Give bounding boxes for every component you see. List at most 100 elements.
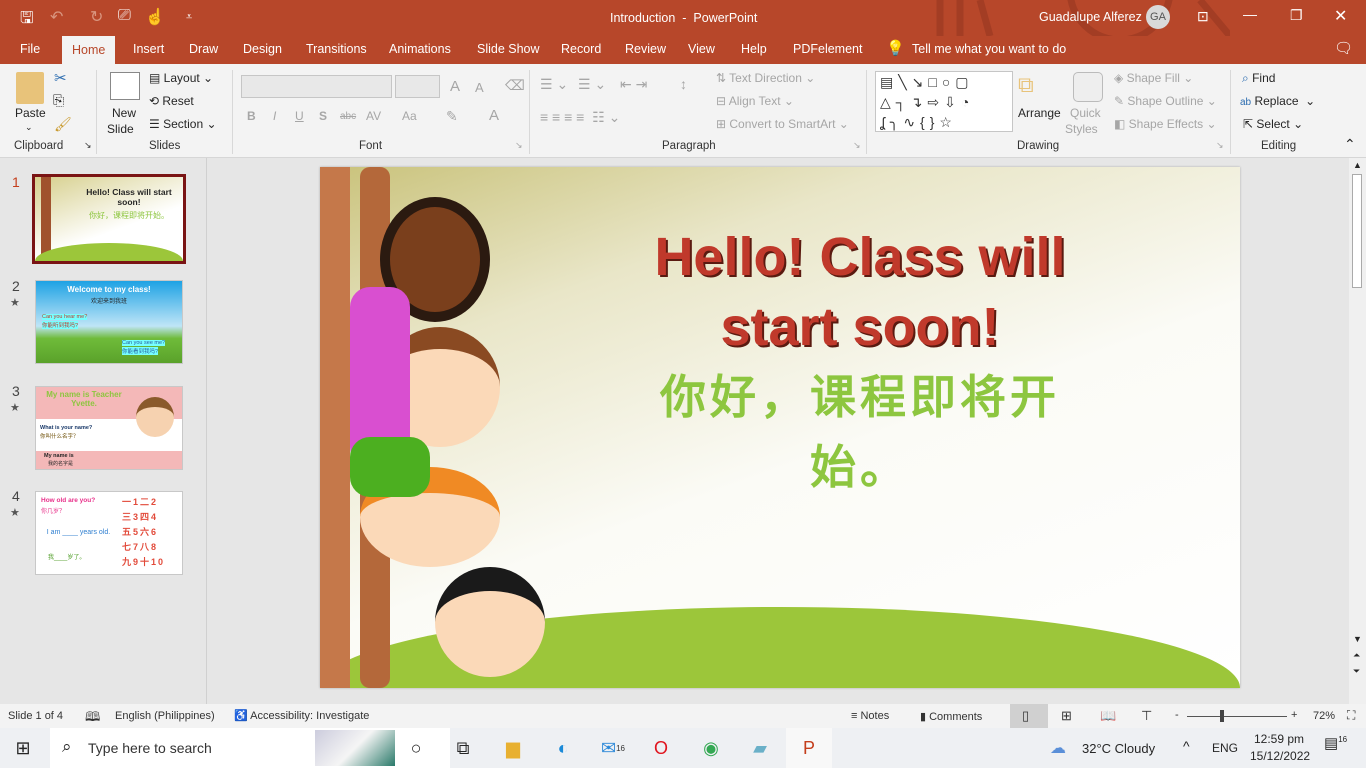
clear-formatting-icon[interactable]: ⌫ xyxy=(505,77,525,94)
slide-thumbnail-1[interactable]: Hello! Class will start soon! 你好，课程即将开始。 xyxy=(32,174,186,264)
font-name-combobox[interactable] xyxy=(241,75,392,98)
paragraph-launcher-icon[interactable]: ↘ xyxy=(853,140,861,151)
previous-slide-icon[interactable]: ⏶ xyxy=(1353,650,1360,661)
powerpoint-icon[interactable]: P xyxy=(786,728,832,768)
quick-styles-button[interactable]: Quick xyxy=(1070,106,1101,120)
slideshow-icon[interactable]: ⊤ xyxy=(1141,708,1152,724)
clock-date[interactable]: 15/12/2022 xyxy=(1250,749,1310,763)
clipboard-launcher-icon[interactable]: ↘ xyxy=(84,140,92,151)
change-case-button[interactable]: Aa xyxy=(402,109,417,123)
paste-button[interactable]: Paste xyxy=(15,106,46,120)
fit-to-window-icon[interactable]: ⛶ xyxy=(1347,708,1355,723)
copy-icon[interactable]: ⎘ xyxy=(53,92,64,109)
indent-icons[interactable]: ⇤ ⇥ xyxy=(620,76,647,93)
numbering-icon[interactable]: ☰ ⌄ xyxy=(578,76,606,93)
bullets-icon[interactable]: ☰ ⌄ xyxy=(540,76,568,93)
convert-smartart-button[interactable]: ⊞ Convert to SmartArt ⌄ xyxy=(716,117,849,131)
shadow-button[interactable]: S xyxy=(319,109,327,123)
file-explorer-icon[interactable]: ▆ xyxy=(490,728,536,768)
notes-app-icon[interactable]: ▰ xyxy=(737,728,783,768)
cortana-icon[interactable]: ○ xyxy=(393,728,439,768)
slide-subtitle[interactable]: 你好，课程即将开始。 xyxy=(620,362,1100,502)
opera-icon[interactable]: O xyxy=(638,728,684,768)
tab-design[interactable]: Design xyxy=(243,42,282,56)
restore-button[interactable]: ❐ xyxy=(1290,7,1303,24)
tab-animations[interactable]: Animations xyxy=(389,42,451,56)
zoom-level[interactable]: 72% xyxy=(1313,710,1335,722)
new-slide-button[interactable]: New xyxy=(112,106,136,120)
show-hidden-icons[interactable]: ^ xyxy=(1183,738,1190,754)
tab-review[interactable]: Review xyxy=(625,42,666,56)
next-slide-icon[interactable]: ⏷ xyxy=(1353,666,1360,677)
scroll-down-icon[interactable]: ▼ xyxy=(1353,634,1362,644)
slide-thumbnail-2[interactable]: Welcome to my class! 欢迎来到我班 Can you hear… xyxy=(35,280,183,364)
minimize-button[interactable]: — xyxy=(1243,6,1257,22)
slide-title[interactable]: Hello! Class will start soon! xyxy=(620,222,1100,362)
scrollbar-thumb[interactable] xyxy=(1352,174,1362,288)
tab-file[interactable]: File xyxy=(20,42,40,56)
highlight-icon[interactable]: ✎ xyxy=(446,108,458,125)
undo-icon[interactable]: ↶ xyxy=(50,7,63,27)
windows-start-icon[interactable]: ⊞ xyxy=(0,728,46,768)
select-button[interactable]: ⇱ Select ⌄ xyxy=(1243,117,1303,131)
quick-styles-button-2[interactable]: Styles xyxy=(1065,122,1098,136)
font-color-button[interactable]: A xyxy=(489,107,499,124)
underline-button[interactable]: U xyxy=(295,109,304,123)
touch-mode-icon[interactable]: ☝ xyxy=(145,7,165,27)
zoom-slider-thumb[interactable] xyxy=(1220,710,1224,722)
tab-help[interactable]: Help xyxy=(741,42,767,56)
reading-view-icon[interactable]: 📖 xyxy=(1100,708,1116,724)
paste-icon[interactable] xyxy=(16,72,44,104)
weather-text[interactable]: 32°C Cloudy xyxy=(1082,741,1155,756)
accessibility-button[interactable]: ♿ Accessibility: Investigate xyxy=(234,709,369,722)
mail-icon[interactable]: ✉ 16 xyxy=(590,728,636,768)
avatar[interactable]: GA xyxy=(1146,5,1170,29)
shape-outline-button[interactable]: ✎ Shape Outline ⌄ xyxy=(1114,94,1217,108)
chrome-icon[interactable]: ◉ xyxy=(688,728,734,768)
clock-time[interactable]: 12:59 pm xyxy=(1254,732,1304,746)
shrink-font-button[interactable]: A xyxy=(475,80,484,95)
italic-button[interactable]: I xyxy=(273,109,276,123)
language-indicator[interactable]: English (Philippines) xyxy=(115,710,215,722)
slide-sorter-icon[interactable]: ⊞ xyxy=(1061,708,1072,724)
scroll-up-icon[interactable]: ▲ xyxy=(1353,160,1362,170)
tab-transitions[interactable]: Transitions xyxy=(306,42,367,56)
zoom-in-button[interactable]: + xyxy=(1291,709,1297,721)
collapse-ribbon-icon[interactable]: ⌃ xyxy=(1344,136,1356,153)
new-slide-button-2[interactable]: Slide xyxy=(107,122,134,136)
slide-thumbnail-4[interactable]: How old are you? 你几岁？ I am ____ years ol… xyxy=(35,491,183,575)
tab-home[interactable]: Home xyxy=(62,36,116,64)
customize-qat-icon[interactable]: ⩡ xyxy=(186,11,192,24)
format-painter-icon[interactable]: 🖌 xyxy=(54,116,72,133)
save-icon[interactable]: 🖫 xyxy=(20,7,34,34)
shapes-gallery[interactable]: ▤╲↘□○▢ △┐↴⇨⇩◔ ʆ╮∿{}☆ xyxy=(875,71,1013,132)
align-icons[interactable]: ≡ ≡ ≡ ≡ ☷ ⌄ xyxy=(540,109,620,126)
paste-dropdown-icon[interactable]: ⌄ xyxy=(25,122,33,133)
character-spacing-button[interactable]: AV xyxy=(366,109,381,123)
new-slide-icon[interactable] xyxy=(110,72,140,100)
layout-button[interactable]: ▤ Layout ⌄ xyxy=(149,71,213,85)
slide-thumbnail-3[interactable]: My name is Teacher Yvette. What is your … xyxy=(35,386,183,470)
reset-button[interactable]: ⟲ Reset xyxy=(149,94,194,108)
tell-me-search[interactable]: Tell me what you want to do xyxy=(912,42,1066,56)
zoom-slider[interactable] xyxy=(1187,716,1287,717)
font-launcher-icon[interactable]: ↘ xyxy=(515,140,523,151)
user-name[interactable]: Guadalupe Alferez xyxy=(1039,10,1142,24)
close-button[interactable]: ✕ xyxy=(1334,6,1347,26)
bold-button[interactable]: B xyxy=(247,109,256,123)
slide-canvas[interactable]: Hello! Class will start soon! 你好，课程即将开始。 xyxy=(320,167,1240,688)
spell-check-icon[interactable]: 🕮 xyxy=(85,708,100,730)
text-direction-button[interactable]: ⇅ Text Direction ⌄ xyxy=(716,71,815,85)
drawing-launcher-icon[interactable]: ↘ xyxy=(1216,140,1224,151)
comments-button[interactable]: ▮ Comments xyxy=(920,710,982,723)
strikethrough-button[interactable]: abc xyxy=(340,111,356,122)
font-size-combobox[interactable] xyxy=(395,75,440,98)
notification-center-icon[interactable]: ▤16 xyxy=(1324,734,1347,752)
shape-effects-button[interactable]: ◧ Shape Effects ⌄ xyxy=(1114,117,1217,131)
tab-insert[interactable]: Insert xyxy=(133,42,164,56)
arrange-icon[interactable]: ⧉ xyxy=(1018,72,1034,98)
zoom-out-button[interactable]: - xyxy=(1175,709,1179,721)
task-view-icon[interactable]: ⧉ xyxy=(440,728,486,768)
tab-record[interactable]: Record xyxy=(561,42,601,56)
shape-fill-button[interactable]: ◈ Shape Fill ⌄ xyxy=(1114,71,1193,85)
